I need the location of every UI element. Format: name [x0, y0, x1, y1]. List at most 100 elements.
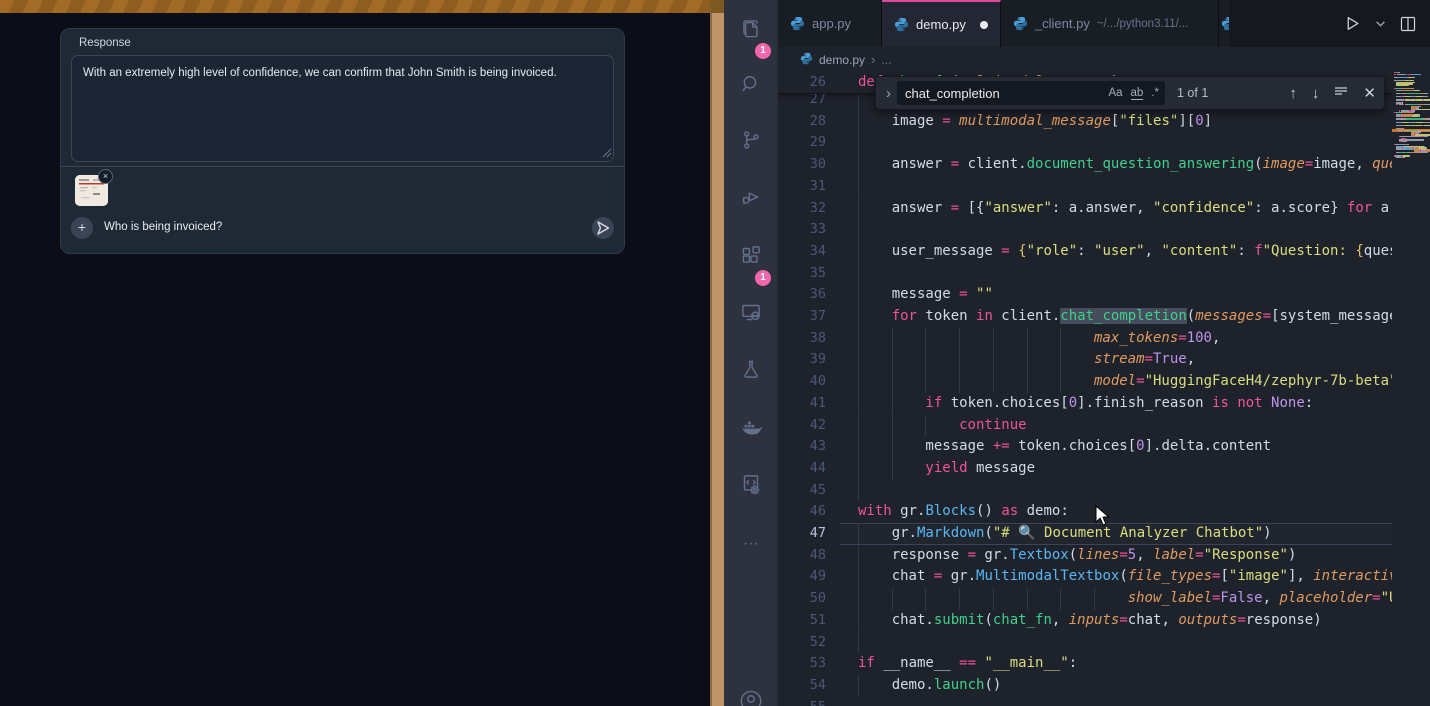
code-line-28[interactable]: 28image = multimodal_message["files"][0]	[778, 111, 1392, 133]
toggle-replace-chevron-icon[interactable]: ›	[880, 85, 897, 102]
line-number[interactable]: 44	[778, 458, 826, 480]
line-number[interactable]: 42	[778, 415, 826, 437]
account-icon[interactable]	[724, 682, 778, 706]
code-line-54[interactable]: 54demo.launch()	[778, 675, 1392, 697]
code-line-44[interactable]: 44yield message	[778, 458, 1392, 480]
resize-grip-icon[interactable]	[602, 148, 612, 158]
tab-app-py[interactable]: app.py	[778, 0, 882, 47]
docker-icon[interactable]	[724, 410, 778, 460]
line-number[interactable]: 38	[778, 328, 826, 350]
line-number[interactable]: 36	[778, 284, 826, 306]
line-number[interactable]: 33	[778, 219, 826, 241]
code-line-46[interactable]: 46with gr.Blocks() as demo:	[778, 501, 1392, 523]
send-button[interactable]	[592, 217, 614, 239]
code-line-55[interactable]: 55	[778, 697, 1392, 706]
find-input[interactable]	[903, 85, 1100, 102]
run-python-button[interactable]	[1344, 15, 1361, 32]
search-icon[interactable]	[724, 67, 778, 117]
tab--client-py[interactable]: _client.py~/.../python3.11/...	[1001, 0, 1219, 47]
code-line-51[interactable]: 51chat.submit(chat_fn, inputs=chat, outp…	[778, 610, 1392, 632]
remove-attachment-button[interactable]: ×	[98, 169, 113, 184]
code-line-36[interactable]: 36message = ""	[778, 284, 1392, 306]
split-editor-button[interactable]	[1400, 16, 1416, 32]
code-line-48[interactable]: 48response = gr.Textbox(lines=5, label="…	[778, 545, 1392, 567]
code-line-53[interactable]: 53if __name__ == "__main__":	[778, 653, 1392, 675]
line-number[interactable]: 39	[778, 349, 826, 371]
code-line-41[interactable]: 41if token.choices[0].finish_reason is n…	[778, 393, 1392, 415]
code-line-43[interactable]: 43message += token.choices[0].delta.cont…	[778, 436, 1392, 458]
breadcrumb[interactable]: demo.py › ...	[778, 47, 1392, 72]
line-number[interactable]: 54	[778, 675, 826, 697]
code-line-45[interactable]: 45	[778, 480, 1392, 502]
line-number[interactable]: 47	[778, 523, 826, 545]
extensions-icon[interactable]: 1	[724, 238, 778, 288]
code-line-35[interactable]: 35	[778, 263, 1392, 285]
code-line-50[interactable]: 50show_label=False, placeholder="Upload …	[778, 588, 1392, 610]
line-number[interactable]: 40	[778, 371, 826, 393]
more-icon[interactable]: ···	[724, 524, 778, 574]
next-match-button[interactable]: ↓	[1312, 85, 1320, 102]
line-number[interactable]: 45	[778, 480, 826, 502]
line-number[interactable]: 50	[778, 588, 826, 610]
partial-tab[interactable]	[1219, 0, 1229, 47]
code-line-40[interactable]: 40model="HuggingFaceH4/zephyr-7b-beta"):	[778, 371, 1392, 393]
modified-dot-icon[interactable]	[980, 21, 988, 29]
breadcrumb-file[interactable]: demo.py	[819, 53, 865, 67]
line-number[interactable]: 51	[778, 610, 826, 632]
code-line-42[interactable]: 42continue	[778, 415, 1392, 437]
line-number[interactable]: 26	[778, 72, 826, 94]
response-textarea[interactable]: With an extremely high level of confiden…	[71, 55, 614, 162]
code-editor[interactable]: 27question = multimodal_message["text"]2…	[778, 72, 1392, 706]
whole-word-toggle[interactable]: ab	[1131, 87, 1144, 100]
remote-explorer-icon[interactable]	[724, 295, 778, 345]
code-line-52[interactable]: 52	[778, 632, 1392, 654]
line-number[interactable]: 41	[778, 393, 826, 415]
previous-match-button[interactable]: ↑	[1289, 85, 1297, 102]
code-line-38[interactable]: 38max_tokens=100,	[778, 328, 1392, 350]
find-match-count: 1 of 1	[1177, 86, 1208, 100]
add-file-button[interactable]: +	[71, 217, 93, 239]
line-number[interactable]: 35	[778, 263, 826, 285]
code-snippets-icon[interactable]	[724, 467, 778, 517]
line-number[interactable]: 48	[778, 545, 826, 567]
close-find-button[interactable]: ✕	[1363, 84, 1376, 102]
code-line-47[interactable]: 47gr.Markdown("# 🔍 Document Analyzer Cha…	[778, 523, 1392, 545]
run-dropdown-chevron-icon[interactable]	[1375, 18, 1386, 29]
breadcrumb-more[interactable]: ...	[881, 53, 891, 67]
line-number[interactable]: 46	[778, 501, 826, 523]
line-number[interactable]: 55	[778, 697, 826, 706]
chat-input-text[interactable]: Who is being invoiced?	[104, 221, 222, 233]
code-line-32[interactable]: 32answer = [{"answer": a.answer, "confid…	[778, 198, 1392, 220]
minimap[interactable]	[1392, 72, 1430, 706]
line-number[interactable]: 32	[778, 198, 826, 220]
line-number[interactable]: 29	[778, 132, 826, 154]
code-line-29[interactable]: 29	[778, 132, 1392, 154]
line-number[interactable]: 52	[778, 632, 826, 654]
code-token: ][	[1178, 113, 1195, 129]
tab-demo-py[interactable]: demo.py	[882, 0, 1001, 47]
find-in-selection-button[interactable]	[1334, 84, 1348, 102]
match-case-toggle[interactable]: Aa	[1108, 87, 1122, 99]
line-number[interactable]: 49	[778, 566, 826, 588]
line-number[interactable]: 53	[778, 653, 826, 675]
source-control-icon[interactable]	[724, 123, 778, 173]
find-input-box: Aa ab .*	[897, 81, 1165, 105]
code-line-37[interactable]: 37for token in client.chat_completion(me…	[778, 306, 1392, 328]
explorer-files-icon[interactable]: 1	[724, 11, 778, 61]
testing-icon[interactable]	[724, 352, 778, 402]
window-divider[interactable]	[710, 0, 724, 706]
code-line-33[interactable]: 33	[778, 219, 1392, 241]
line-number[interactable]: 43	[778, 436, 826, 458]
code-line-31[interactable]: 31	[778, 176, 1392, 198]
line-number[interactable]: 31	[778, 176, 826, 198]
code-line-39[interactable]: 39stream=True,	[778, 349, 1392, 371]
line-number[interactable]: 28	[778, 111, 826, 133]
regex-toggle[interactable]: .*	[1151, 87, 1159, 99]
line-number[interactable]: 30	[778, 154, 826, 176]
run-debug-icon[interactable]	[724, 180, 778, 230]
line-number[interactable]: 37	[778, 306, 826, 328]
code-line-30[interactable]: 30answer = client.document_question_answ…	[778, 154, 1392, 176]
code-line-49[interactable]: 49chat = gr.MultimodalTextbox(file_types…	[778, 566, 1392, 588]
line-number[interactable]: 34	[778, 241, 826, 263]
code-line-34[interactable]: 34user_message = {"role": "user", "conte…	[778, 241, 1392, 263]
